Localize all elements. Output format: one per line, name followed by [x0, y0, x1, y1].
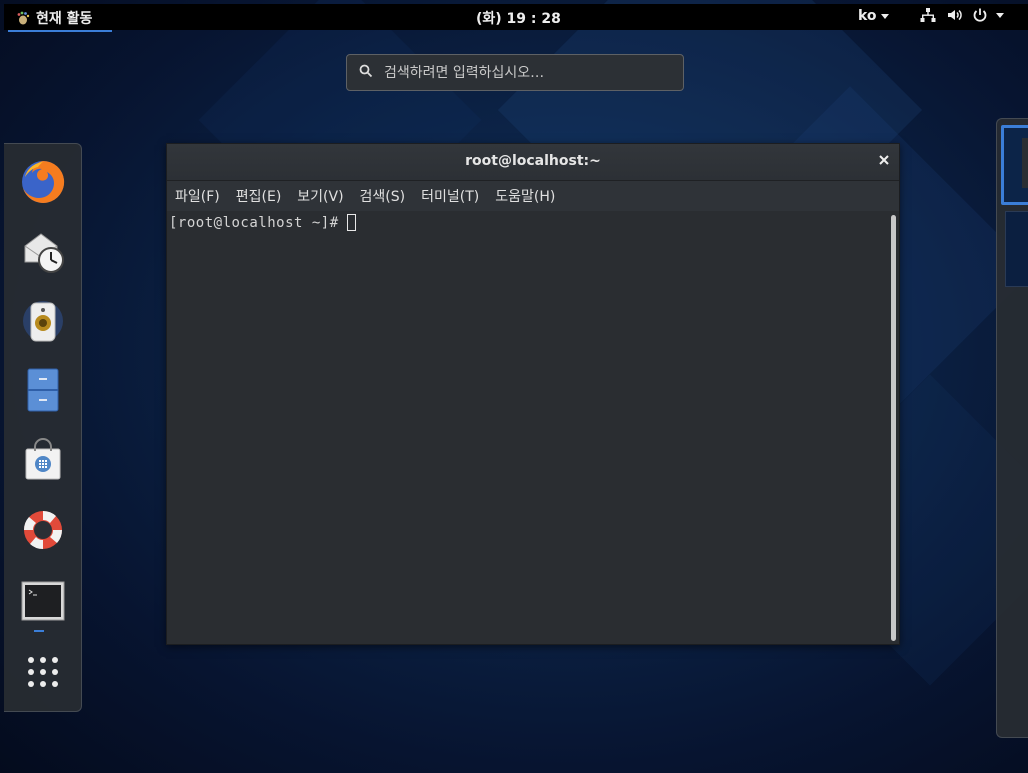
search-icon: [359, 63, 373, 82]
dash-item-evolution[interactable]: [18, 229, 68, 279]
workspace-thumbnail-2[interactable]: [1005, 211, 1028, 287]
dash-item-files[interactable]: [18, 367, 68, 417]
window-title: root@localhost:~: [465, 153, 601, 169]
dash-item-show-applications[interactable]: [18, 649, 68, 699]
dash-item-rhythmbox[interactable]: [18, 298, 68, 348]
dash-item-terminal[interactable]: [18, 578, 68, 628]
mail-clock-icon: [21, 230, 65, 278]
activities-button[interactable]: 현재 활동: [8, 8, 112, 32]
lifebuoy-icon: [20, 507, 66, 557]
menu-terminal[interactable]: 터미널(T): [421, 186, 479, 206]
menu-view[interactable]: 보기(V): [297, 186, 343, 206]
menu-file[interactable]: 파일(F): [175, 186, 220, 206]
terminal-window[interactable]: root@localhost:~ 파일(F) 편집(E) 보기(V) 검색(S)…: [166, 143, 900, 645]
activities-underline: [8, 30, 112, 32]
file-cabinet-icon: [23, 367, 63, 417]
menu-bar: 파일(F) 편집(E) 보기(V) 검색(S) 터미널(T) 도움말(H): [167, 181, 899, 211]
clock[interactable]: (화) 19 : 28: [476, 8, 561, 28]
menu-search[interactable]: 검색(S): [360, 186, 406, 206]
gnome-foot-icon: [16, 11, 30, 25]
workspace-thumbnail-1[interactable]: [1001, 125, 1028, 205]
close-icon: [879, 153, 889, 169]
text-cursor: [347, 214, 356, 231]
volume-icon: [946, 7, 962, 23]
terminal-output[interactable]: [root@localhost ~]#: [167, 211, 899, 644]
language-selector[interactable]: ko: [858, 8, 889, 24]
running-indicator: [34, 630, 44, 632]
search-input[interactable]: [382, 63, 676, 82]
chevron-down-icon: [880, 13, 889, 19]
top-bar: 현재 활동 (화) 19 : 28 ko: [4, 4, 1028, 32]
window-titlebar[interactable]: root@localhost:~: [167, 144, 899, 181]
activities-label: 현재 활동: [36, 11, 93, 27]
window-thumbnail: [1022, 138, 1028, 188]
menu-help[interactable]: 도움말(H): [495, 186, 555, 206]
speaker-icon: [21, 299, 65, 347]
terminal-icon: [21, 581, 65, 625]
power-icon: [972, 7, 1004, 23]
shopping-bag-icon: [22, 437, 64, 485]
chevron-down-icon: [996, 12, 1004, 18]
shell-prompt: [root@localhost ~]#: [169, 215, 348, 231]
language-label: ko: [858, 8, 877, 24]
dash-item-help[interactable]: [18, 507, 68, 557]
menu-edit[interactable]: 편집(E): [236, 186, 282, 206]
network-icon: [920, 7, 936, 23]
search-box[interactable]: [346, 54, 684, 91]
dash-item-software[interactable]: [18, 436, 68, 486]
dash-item-firefox[interactable]: [18, 159, 68, 209]
workspace-switcher: [996, 118, 1028, 738]
firefox-icon: [20, 159, 66, 209]
close-button[interactable]: [873, 150, 895, 172]
dash: [4, 143, 82, 712]
scrollbar[interactable]: [891, 215, 896, 641]
system-tray[interactable]: [920, 7, 1004, 23]
app-grid-icon: [27, 656, 59, 692]
